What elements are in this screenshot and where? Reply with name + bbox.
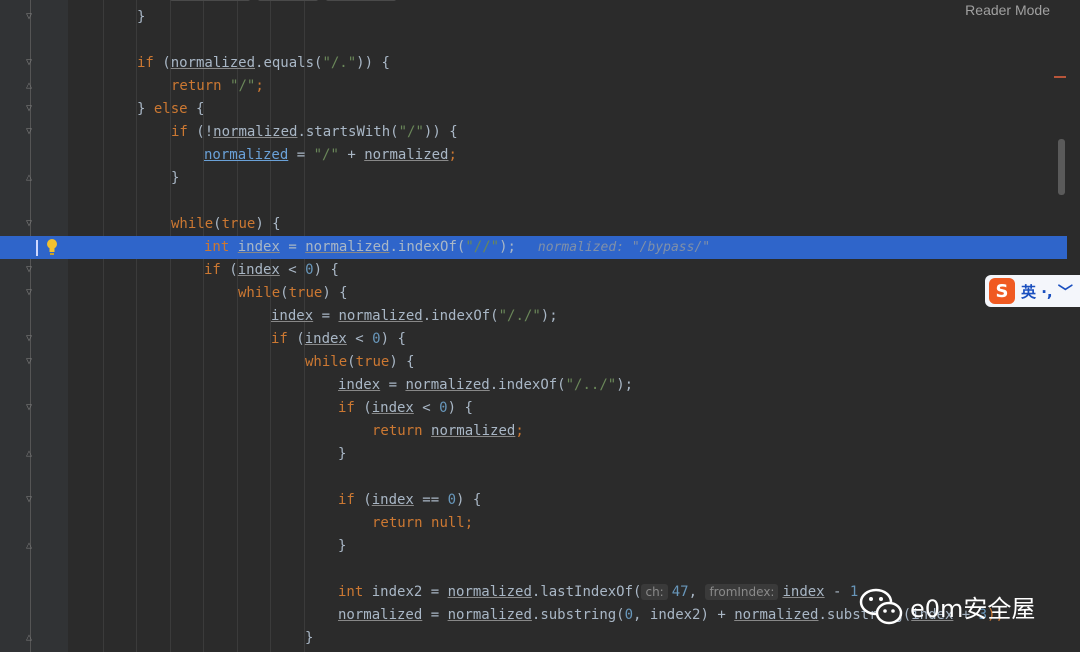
code-line-current[interactable]: int index = normalized.indexOf("//"); nor… [204,236,710,259]
sogou-ime-icon: S [989,278,1015,304]
fold-marker-icon[interactable]: ▽ [26,12,36,22]
code-line[interactable]: index = normalized.indexOf("/../"); [338,374,633,397]
code-line[interactable]: while(true) { [238,282,348,305]
watermark-text: e0m安全屋 [910,594,1036,623]
code-line[interactable]: } [137,6,145,29]
param-hint-fromindex: fromIndex: [705,584,779,600]
editor-gutter [0,0,68,652]
ime-mode-label: 英 ·, ﹀ [1021,282,1073,301]
fold-marker-icon[interactable]: △ [26,81,36,91]
code-line[interactable]: if (index < 0) { [271,328,406,351]
code-line[interactable]: normalized = "/" + normalized; [204,144,457,167]
fold-marker-icon[interactable]: ▽ [26,495,36,505]
fold-marker-icon[interactable]: △ [26,173,36,183]
code-line[interactable]: int index2 = normalized.lastIndexOf(ch: 4… [338,581,858,604]
fold-marker-icon[interactable]: ▽ [26,265,36,275]
code-line[interactable]: } [305,627,313,650]
code-line[interactable]: if (index < 0) { [338,397,473,420]
wechat-icon [859,588,903,625]
fold-marker-icon[interactable]: ▽ [26,219,36,229]
code-line[interactable]: return null; [372,512,473,535]
breakpoint-marker[interactable] [36,240,38,256]
scrollbar-thumb[interactable] [1058,139,1065,195]
code-line[interactable]: } else { [137,98,204,121]
code-line[interactable]: while(true) { [171,213,281,236]
fold-marker-icon[interactable]: ▽ [26,288,36,298]
scrollbar-track[interactable] [1067,0,1080,652]
fold-marker-icon[interactable]: ▽ [26,104,36,114]
code-line[interactable]: while(true) { [305,351,415,374]
error-stripe-mark[interactable] [1054,76,1066,78]
code-line[interactable]: return "/"; [171,75,264,98]
code-line[interactable]: } [338,443,346,466]
param-hint-ch: ch: [641,584,668,600]
ime-toolbar[interactable]: S 英 ·, ﹀ [985,275,1080,307]
fold-marker-icon[interactable]: ▽ [26,127,36,137]
code-line[interactable]: index = normalized.indexOf("/./"); [271,305,558,328]
debug-inline-value: normalized: "/bypass/" [537,240,711,255]
fold-marker-icon[interactable]: ▽ [26,403,36,413]
fold-marker-icon[interactable]: ▽ [26,334,36,344]
code-line[interactable]: if (index == 0) { [338,489,481,512]
watermark: e0m安全屋 [858,586,1035,626]
code-line[interactable]: if (!normalized.startsWith("/")) { [171,121,458,144]
clipped-code-line [170,0,404,4]
code-line[interactable]: } [171,167,179,190]
code-line[interactable]: if (index < 0) { [204,259,339,282]
gutter-divider [30,0,31,652]
code-line[interactable]: return normalized; [372,420,524,443]
fold-marker-icon[interactable]: ▽ [26,58,36,68]
indent-guide [103,0,104,652]
fold-marker-icon[interactable]: △ [26,541,36,551]
reader-mode-toggle[interactable]: Reader Mode [965,2,1050,18]
fold-marker-icon[interactable]: ▽ [26,357,36,367]
fold-marker-icon[interactable]: △ [26,449,36,459]
code-line[interactable]: if (normalized.equals("/.")) { [137,52,390,75]
fold-marker-icon[interactable]: △ [26,633,36,643]
code-line[interactable]: } [338,535,346,558]
lightbulb-icon[interactable] [46,238,58,256]
